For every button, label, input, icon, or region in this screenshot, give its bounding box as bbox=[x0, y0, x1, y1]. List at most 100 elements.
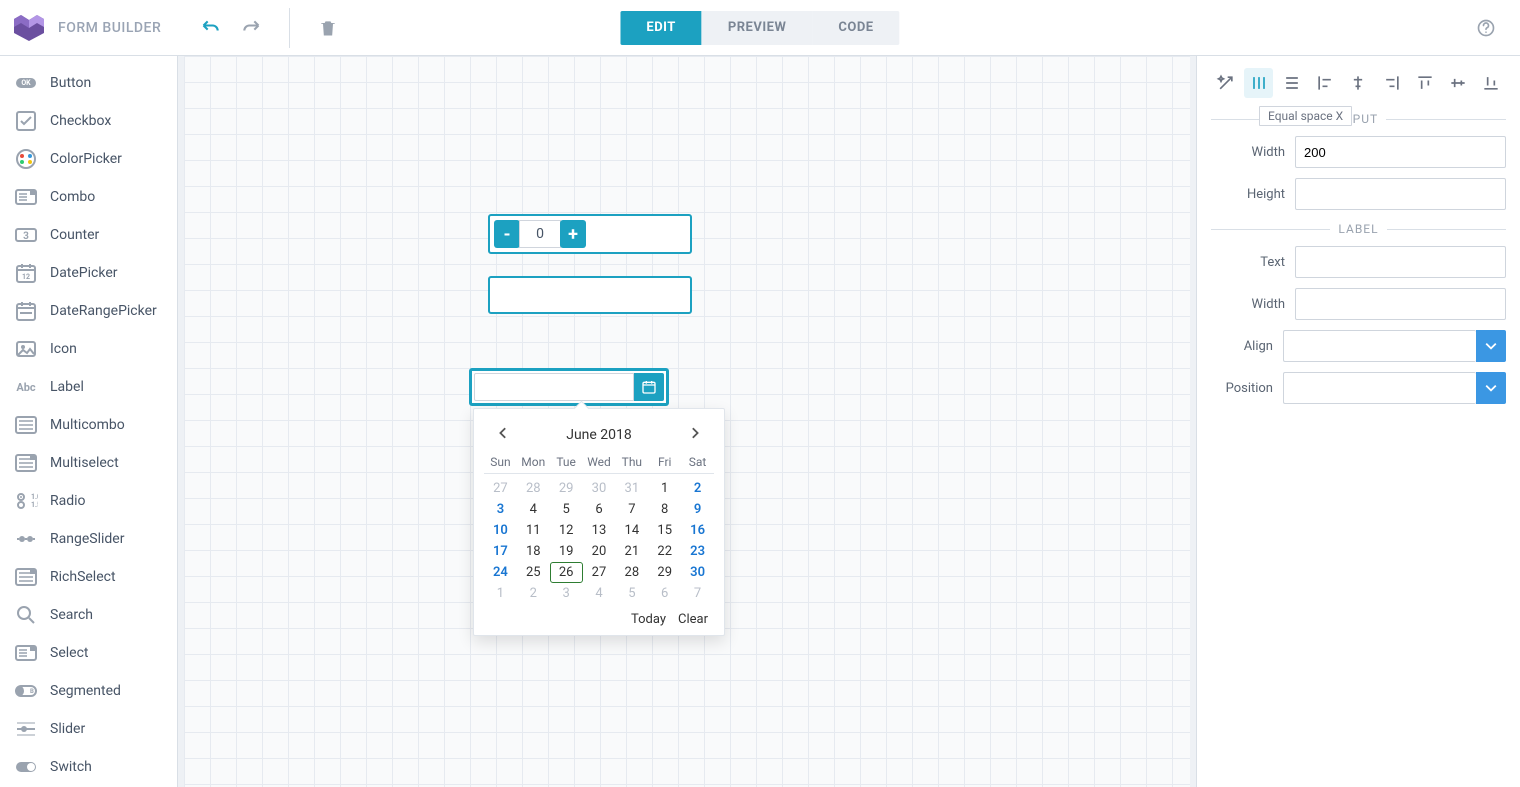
align-center-v-icon[interactable] bbox=[1444, 68, 1473, 98]
align-top-icon[interactable] bbox=[1410, 68, 1439, 98]
calendar-day[interactable]: 7 bbox=[615, 499, 648, 520]
datepicker-trigger[interactable] bbox=[634, 373, 664, 401]
calendar-day[interactable]: 28 bbox=[615, 562, 648, 583]
calendar-day[interactable]: 21 bbox=[615, 541, 648, 562]
datepicker-input[interactable] bbox=[474, 373, 634, 401]
calendar-day[interactable]: 10 bbox=[484, 520, 517, 541]
equal-space-y-icon[interactable] bbox=[1277, 68, 1306, 98]
calendar-day[interactable]: 2 bbox=[681, 478, 714, 499]
calendar-day[interactable]: 8 bbox=[648, 499, 681, 520]
text-widget[interactable] bbox=[488, 276, 692, 314]
calendar-next[interactable] bbox=[684, 423, 704, 447]
calendar-day[interactable]: 1 bbox=[648, 478, 681, 499]
palette-item-slider[interactable]: Slider bbox=[0, 710, 177, 748]
palette-item-button[interactable]: OKButton bbox=[0, 64, 177, 102]
delete-button[interactable] bbox=[314, 14, 342, 42]
datepicker-widget[interactable] bbox=[469, 368, 669, 406]
calendar-day[interactable]: 2 bbox=[517, 583, 550, 604]
align-bottom-icon[interactable] bbox=[1477, 68, 1506, 98]
palette-item-richselect[interactable]: RichSelect bbox=[0, 558, 177, 596]
palette-item-datepicker[interactable]: 12DatePicker bbox=[0, 254, 177, 292]
align-left-icon[interactable] bbox=[1311, 68, 1340, 98]
calendar-day[interactable]: 3 bbox=[550, 583, 583, 604]
calendar-day[interactable]: 16 bbox=[681, 520, 714, 541]
mode-preview[interactable]: PREVIEW bbox=[702, 11, 813, 45]
text-input[interactable] bbox=[493, 281, 687, 309]
calendar-day[interactable]: 24 bbox=[484, 562, 517, 583]
calendar-day[interactable]: 18 bbox=[517, 541, 550, 562]
calendar-day[interactable]: 30 bbox=[583, 478, 616, 499]
redo-button[interactable] bbox=[237, 14, 265, 42]
palette-item-rangeslider[interactable]: RangeSlider bbox=[0, 520, 177, 558]
calendar-day[interactable]: 23 bbox=[681, 541, 714, 562]
input-width-field[interactable] bbox=[1295, 136, 1506, 168]
calendar-day[interactable]: 27 bbox=[484, 478, 517, 499]
palette-item-search[interactable]: Search bbox=[0, 596, 177, 634]
palette-item-switch[interactable]: Switch bbox=[0, 748, 177, 786]
calendar-day[interactable]: 31 bbox=[615, 478, 648, 499]
mode-edit[interactable]: EDIT bbox=[620, 11, 701, 45]
design-canvas[interactable]: - 0 + June 2018 bbox=[178, 56, 1196, 787]
label-align-select[interactable] bbox=[1283, 330, 1476, 362]
calendar-day[interactable]: 19 bbox=[550, 541, 583, 562]
calendar-day[interactable]: 5 bbox=[615, 583, 648, 604]
equal-space-x-icon[interactable] bbox=[1244, 68, 1273, 98]
calendar-day[interactable]: 27 bbox=[583, 562, 616, 583]
calendar-title[interactable]: June 2018 bbox=[566, 427, 632, 443]
counter-widget[interactable]: - 0 + bbox=[488, 214, 692, 254]
calendar-day[interactable]: 28 bbox=[517, 478, 550, 499]
label-width-field[interactable] bbox=[1295, 288, 1506, 320]
palette-item-multiselect[interactable]: Multiselect bbox=[0, 444, 177, 482]
palette-item-select[interactable]: Select bbox=[0, 634, 177, 672]
calendar-day[interactable]: 30 bbox=[681, 562, 714, 583]
input-height-field[interactable] bbox=[1295, 178, 1506, 210]
calendar-day[interactable]: 17 bbox=[484, 541, 517, 562]
align-center-h-icon[interactable] bbox=[1344, 68, 1373, 98]
palette-item-daterangepicker[interactable]: DateRangePicker bbox=[0, 292, 177, 330]
palette-item-radio[interactable]: 1.01.5Radio bbox=[0, 482, 177, 520]
help-button[interactable] bbox=[1472, 14, 1500, 42]
calendar-day[interactable]: 14 bbox=[615, 520, 648, 541]
palette-item-colorpicker[interactable]: ColorPicker bbox=[0, 140, 177, 178]
calendar-day[interactable]: 4 bbox=[583, 583, 616, 604]
calendar-day[interactable]: 4 bbox=[517, 499, 550, 520]
calendar-day[interactable]: 15 bbox=[648, 520, 681, 541]
calendar-clear[interactable]: Clear bbox=[678, 612, 708, 627]
calendar-day[interactable]: 1 bbox=[484, 583, 517, 604]
calendar-day[interactable]: 29 bbox=[550, 478, 583, 499]
label-position-select[interactable] bbox=[1283, 372, 1476, 404]
calendar-day[interactable]: 29 bbox=[648, 562, 681, 583]
calendar-day[interactable]: 12 bbox=[550, 520, 583, 541]
counter-value[interactable]: 0 bbox=[519, 220, 561, 248]
palette-item-counter[interactable]: 3Counter bbox=[0, 216, 177, 254]
calendar-day[interactable]: 6 bbox=[648, 583, 681, 604]
counter-increment[interactable]: + bbox=[560, 220, 586, 248]
calendar-day[interactable]: 6 bbox=[583, 499, 616, 520]
align-right-icon[interactable] bbox=[1377, 68, 1406, 98]
calendar-day[interactable]: 5 bbox=[550, 499, 583, 520]
palette-item-checkbox[interactable]: Checkbox bbox=[0, 102, 177, 140]
palette-item-label[interactable]: AbcLabel bbox=[0, 368, 177, 406]
palette-item-segmented[interactable]: BSegmented bbox=[0, 672, 177, 710]
palette-item-combo[interactable]: Combo bbox=[0, 178, 177, 216]
calendar-prev[interactable] bbox=[494, 423, 514, 447]
calendar-today[interactable]: Today bbox=[631, 612, 666, 627]
calendar-day[interactable]: 11 bbox=[517, 520, 550, 541]
calendar-day[interactable]: 9 bbox=[681, 499, 714, 520]
calendar-day[interactable]: 26 bbox=[550, 562, 583, 583]
palette-item-icon[interactable]: Icon bbox=[0, 330, 177, 368]
calendar-day[interactable]: 7 bbox=[681, 583, 714, 604]
calendar-day[interactable]: 13 bbox=[583, 520, 616, 541]
mode-code[interactable]: CODE bbox=[812, 11, 899, 45]
counter-decrement[interactable]: - bbox=[494, 220, 520, 248]
chevron-down-icon[interactable] bbox=[1476, 372, 1506, 404]
magic-wand-icon[interactable] bbox=[1211, 68, 1240, 98]
calendar-day[interactable]: 3 bbox=[484, 499, 517, 520]
calendar-day[interactable]: 22 bbox=[648, 541, 681, 562]
label-text-field[interactable] bbox=[1295, 246, 1506, 278]
calendar-day[interactable]: 25 bbox=[517, 562, 550, 583]
undo-button[interactable] bbox=[197, 14, 225, 42]
calendar-day[interactable]: 20 bbox=[583, 541, 616, 562]
chevron-down-icon[interactable] bbox=[1476, 330, 1506, 362]
palette-item-multicombo[interactable]: Multicombo bbox=[0, 406, 177, 444]
